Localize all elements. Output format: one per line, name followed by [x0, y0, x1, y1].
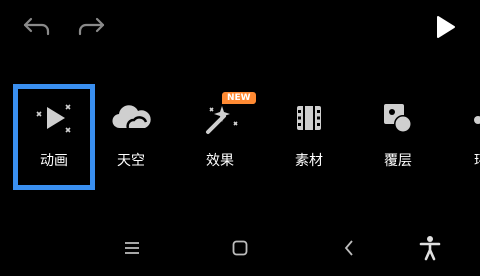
redo-icon: [78, 17, 105, 36]
undo-icon: [23, 17, 50, 36]
home-square-icon: [232, 240, 248, 256]
cloud-icon: [86, 98, 176, 138]
play-icon: [437, 16, 455, 38]
accessibility-icon: [419, 236, 441, 261]
back-nav-button[interactable]: [334, 234, 364, 262]
tool-material[interactable]: 素材: [264, 84, 354, 196]
accessibility-button[interactable]: [415, 234, 445, 262]
tool-label: 天空: [117, 153, 145, 169]
top-bar: [0, 0, 480, 56]
back-icon: [344, 240, 353, 256]
selection-highlight: [13, 84, 95, 190]
menu-nav-button[interactable]: [117, 234, 147, 262]
redo-button[interactable]: [74, 10, 108, 44]
undo-button[interactable]: [20, 10, 54, 44]
tool-more[interactable]: 环: [430, 84, 480, 196]
system-nav-bar: [0, 222, 480, 272]
tool-label: 素材: [295, 153, 323, 169]
home-nav-button[interactable]: [225, 234, 255, 262]
tool-label: 环: [474, 150, 480, 170]
magic-wand-icon: [175, 98, 265, 138]
new-badge: NEW: [222, 92, 256, 104]
more-icon: [430, 98, 480, 138]
tool-sky[interactable]: 天空: [86, 84, 176, 196]
play-button[interactable]: [428, 10, 462, 44]
menu-icon: [125, 242, 139, 254]
tool-label: 效果: [206, 153, 234, 169]
film-icon: [264, 98, 354, 138]
